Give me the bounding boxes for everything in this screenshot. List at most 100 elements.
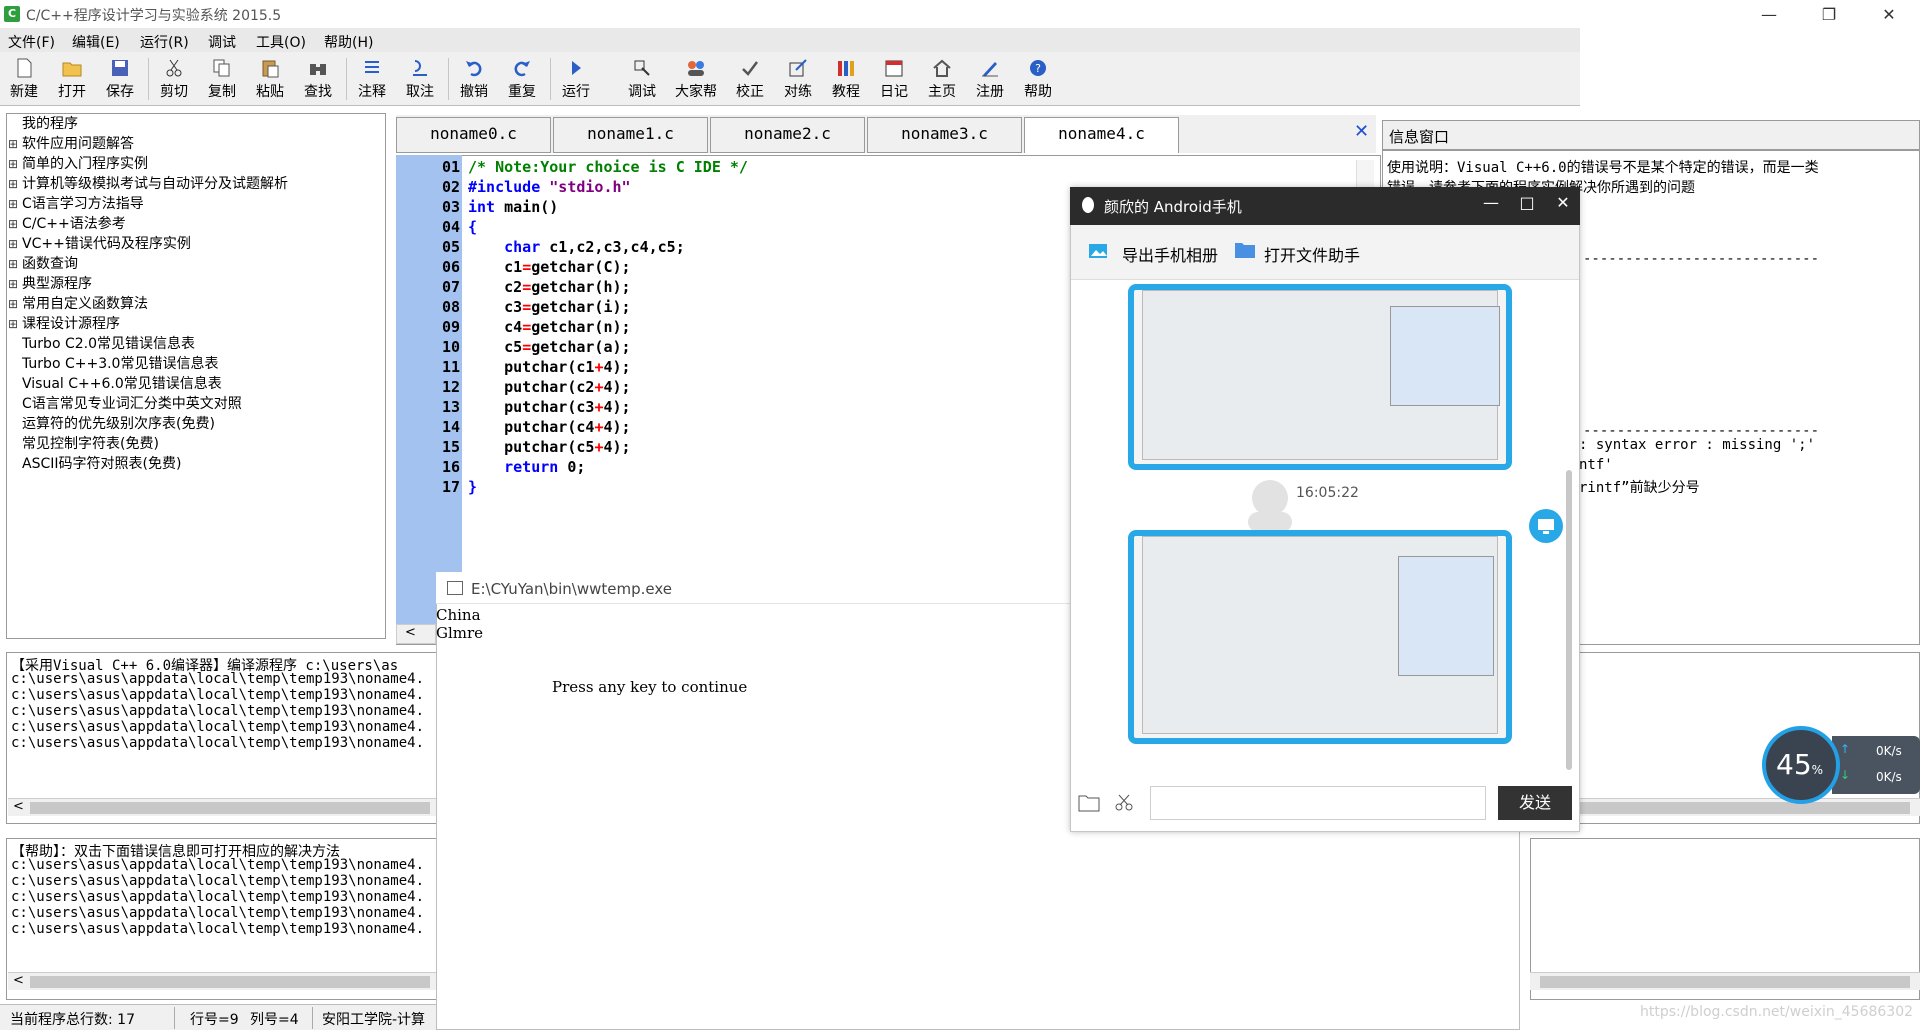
menu-tools[interactable]: 工具(O) <box>256 32 306 52</box>
expand-icon[interactable]: ⊞ <box>8 197 22 211</box>
expand-icon[interactable]: ⊞ <box>8 297 22 311</box>
tree-item[interactable]: ⊞ 软件应用问题解答 <box>8 133 134 153</box>
screenshot-message[interactable] <box>1128 530 1512 744</box>
redo-button[interactable]: 重复 <box>500 56 544 104</box>
phone-maximize-button[interactable]: □ <box>1514 193 1540 212</box>
tab-noname4[interactable]: noname4.c <box>1024 117 1179 153</box>
tree-item[interactable]: ⊞ 典型源程序 <box>8 273 92 293</box>
help-side-scrollbar[interactable] <box>1530 972 1920 990</box>
code-line[interactable]: putchar(c2+4); <box>468 378 630 396</box>
tree-item[interactable]: Turbo C++3.0常见错误信息表 <box>8 353 218 373</box>
home-button[interactable]: 主页 <box>920 56 964 104</box>
scissors-icon[interactable] <box>1114 794 1134 812</box>
close-button[interactable]: ✕ <box>1866 4 1912 26</box>
tree-item[interactable]: ⊞ 简单的入门程序实例 <box>8 153 148 173</box>
tree-item[interactable]: ⊞ C语言学习方法指导 <box>8 193 144 213</box>
tab-noname0[interactable]: noname0.c <box>396 117 551 153</box>
compile-line[interactable]: c:\users\asus\appdata\local\temp\temp193… <box>11 703 424 719</box>
phone-close-button[interactable]: ✕ <box>1550 193 1576 212</box>
diary-button[interactable]: 日记 <box>872 56 916 104</box>
code-line[interactable]: int main() <box>468 198 558 216</box>
cut-button[interactable]: 剪切 <box>152 56 196 104</box>
tree-item[interactable]: 我的程序 <box>8 113 78 133</box>
code-line[interactable]: c4=getchar(n); <box>468 318 630 336</box>
export-album-button[interactable]: 导出手机相册 <box>1122 242 1218 266</box>
menu-file[interactable]: 文件(F) <box>8 32 55 52</box>
compile-horizontal-scrollbar[interactable]: < <box>8 798 438 816</box>
compile-line[interactable]: c:\users\asus\appdata\local\temp\temp193… <box>11 687 424 703</box>
message-input[interactable] <box>1150 786 1486 820</box>
tree-item[interactable]: ⊞ 计算机等级模拟考试与自动评分及试题解析 <box>8 173 288 193</box>
help-line[interactable]: c:\users\asus\appdata\local\temp\temp193… <box>11 857 424 873</box>
info-side-scrollbar[interactable] <box>1530 798 1920 816</box>
run-button[interactable]: 运行 <box>554 56 598 104</box>
tab-noname3[interactable]: noname3.c <box>867 117 1022 153</box>
menu-run[interactable]: 运行(R) <box>140 32 189 52</box>
phone-minimize-button[interactable]: — <box>1478 193 1504 212</box>
tree-item[interactable]: ⊞ 常用自定义函数算法 <box>8 293 148 313</box>
code-line[interactable]: /* Note:Your choice is C IDE */ <box>468 158 748 176</box>
code-line[interactable]: c3=getchar(i); <box>468 298 630 316</box>
code-line[interactable]: c2=getchar(h); <box>468 278 630 296</box>
tree-item[interactable]: ⊞ 函数查询 <box>8 253 78 273</box>
community-button[interactable]: 大家帮 <box>674 56 718 104</box>
tab-noname1[interactable]: noname1.c <box>553 117 708 153</box>
tree-item[interactable]: ⊞ C/C++语法参考 <box>8 213 126 233</box>
menu-help[interactable]: 帮助(H) <box>324 32 373 52</box>
uncomment-button[interactable]: 取注 <box>398 56 442 104</box>
help-line[interactable]: c:\users\asus\appdata\local\temp\temp193… <box>11 905 424 921</box>
close-tab-icon[interactable]: ✕ <box>1354 121 1369 142</box>
tree-item[interactable]: 常见控制字符表(免费) <box>8 433 159 453</box>
expand-icon[interactable]: ⊞ <box>8 237 22 251</box>
new-button[interactable]: 新建 <box>2 56 46 104</box>
open-file-assistant-button[interactable]: 打开文件助手 <box>1264 242 1360 266</box>
find-button[interactable]: 查找 <box>296 56 340 104</box>
open-button[interactable]: 打开 <box>50 56 94 104</box>
expand-icon[interactable]: ⊞ <box>8 177 22 191</box>
restore-button[interactable]: ❐ <box>1806 4 1852 26</box>
register-button[interactable]: 注册 <box>968 56 1012 104</box>
tree-item[interactable]: ASCII码字符对照表(免费) <box>8 453 181 473</box>
help-line[interactable]: c:\users\asus\appdata\local\temp\temp193… <box>11 873 424 889</box>
tree-item[interactable]: Turbo C2.0常见错误信息表 <box>8 333 195 353</box>
tree-item[interactable]: 运算符的优先级别次序表(免费) <box>8 413 215 433</box>
code-line[interactable]: c5=getchar(a); <box>468 338 630 356</box>
code-line[interactable]: } <box>468 478 477 496</box>
help-line[interactable]: c:\users\asus\appdata\local\temp\temp193… <box>11 921 424 937</box>
paste-button[interactable]: 粘贴 <box>248 56 292 104</box>
undo-button[interactable]: 撤销 <box>452 56 496 104</box>
menu-edit[interactable]: 编辑(E) <box>72 32 120 52</box>
screenshot-message[interactable] <box>1128 284 1512 470</box>
expand-icon[interactable]: ⊞ <box>8 157 22 171</box>
phone-chat-scrollbar[interactable] <box>1566 470 1572 770</box>
code-line[interactable]: char c1,c2,c3,c4,c5; <box>468 238 685 256</box>
code-line[interactable]: return 0; <box>468 458 585 476</box>
folder-outline-icon[interactable] <box>1078 794 1100 812</box>
expand-icon[interactable]: ⊞ <box>8 137 22 151</box>
code-line[interactable]: putchar(c5+4); <box>468 438 630 456</box>
tree-item[interactable]: C语言常见专业词汇分类中英文对照 <box>8 393 242 413</box>
tutorial-button[interactable]: 教程 <box>824 56 868 104</box>
menu-debug[interactable]: 调试 <box>208 32 236 52</box>
tree-item[interactable]: Visual C++6.0常见错误信息表 <box>8 373 222 393</box>
expand-icon[interactable]: ⊞ <box>8 257 22 271</box>
debug-button[interactable]: 调试 <box>620 56 664 104</box>
compile-line[interactable]: c:\users\asus\appdata\local\temp\temp193… <box>11 735 424 751</box>
save-button[interactable]: 保存 <box>98 56 142 104</box>
help-button[interactable]: ? 帮助 <box>1016 56 1060 104</box>
expand-icon[interactable]: ⊞ <box>8 317 22 331</box>
check-button[interactable]: 校正 <box>728 56 772 104</box>
compile-line[interactable]: c:\users\asus\appdata\local\temp\temp193… <box>11 719 424 735</box>
minimize-button[interactable]: — <box>1746 4 1792 26</box>
practice-button[interactable]: 对练 <box>776 56 820 104</box>
compile-line[interactable]: c:\users\asus\appdata\local\temp\temp193… <box>11 671 424 687</box>
editor-horizontal-scrollbar[interactable]: < <box>396 624 436 644</box>
tree-item[interactable]: ⊞ VC++错误代码及程序实例 <box>8 233 191 253</box>
help-line[interactable]: c:\users\asus\appdata\local\temp\temp193… <box>11 889 424 905</box>
send-button[interactable]: 发送 <box>1498 786 1572 820</box>
copy-button[interactable]: 复制 <box>200 56 244 104</box>
code-line[interactable]: c1=getchar(C); <box>468 258 630 276</box>
code-line[interactable]: #include "stdio.h" <box>468 178 631 196</box>
comment-button[interactable]: 注释 <box>350 56 394 104</box>
code-line[interactable]: putchar(c3+4); <box>468 398 630 416</box>
